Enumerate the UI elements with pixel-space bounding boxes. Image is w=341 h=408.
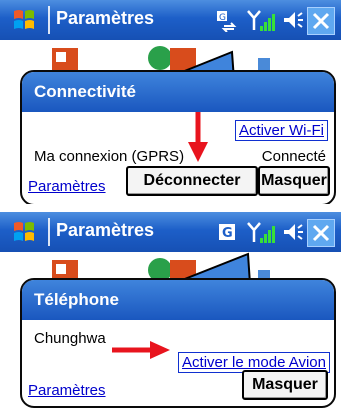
svg-text:G: G — [222, 226, 233, 241]
signal-strength-icon[interactable] — [246, 220, 276, 244]
screen-phone: Paramètres G Téléphone Chunghwa Activer … — [0, 212, 341, 408]
svg-text:G: G — [219, 13, 226, 23]
bubble-header: Téléphone — [22, 280, 334, 320]
phone-bubble: Téléphone Chunghwa Activer le mode Avion… — [20, 278, 336, 408]
app-title: Paramètres — [56, 220, 155, 240]
close-icon — [312, 224, 330, 242]
hide-button[interactable]: Masquer — [242, 370, 328, 400]
signal-strength-icon[interactable] — [246, 8, 276, 32]
settings-link[interactable]: Paramètres — [28, 382, 106, 399]
connection-name: Ma connexion (GPRS) — [34, 148, 185, 165]
annotation-arrow-down — [188, 112, 208, 162]
hide-button[interactable]: Masquer — [258, 166, 330, 196]
data-connection-icon[interactable]: G — [214, 8, 240, 32]
title-separator — [48, 6, 50, 34]
close-icon — [312, 12, 330, 30]
volume-icon[interactable] — [281, 8, 305, 32]
settings-link[interactable]: Paramètres — [28, 178, 106, 195]
volume-icon[interactable] — [281, 220, 305, 244]
connectivity-bubble: Connectivité Activer Wi-Fi Ma connexion … — [20, 70, 336, 204]
connection-row: Ma connexion (GPRS) Connecté — [34, 148, 326, 165]
title-bar: Paramètres G — [0, 0, 341, 40]
annotation-arrow-right — [112, 341, 170, 359]
screen-connectivity: Paramètres G Connectivité Activer Wi-Fi … — [0, 0, 341, 204]
close-button[interactable] — [307, 7, 335, 35]
activate-wifi-link[interactable]: Activer Wi-Fi — [235, 120, 328, 141]
bubble-header: Connectivité — [22, 72, 334, 112]
gprs-icon[interactable]: G — [216, 220, 240, 244]
title-separator — [48, 218, 50, 246]
windows-start-icon[interactable] — [8, 8, 42, 32]
windows-start-icon[interactable] — [8, 220, 42, 244]
disconnect-button[interactable]: Déconnecter — [126, 166, 258, 196]
connection-status: Connecté — [261, 148, 326, 165]
app-title: Paramètres — [56, 8, 155, 28]
operator-name: Chunghwa — [34, 330, 106, 347]
close-button[interactable] — [307, 219, 335, 247]
title-bar: Paramètres G — [0, 212, 341, 252]
